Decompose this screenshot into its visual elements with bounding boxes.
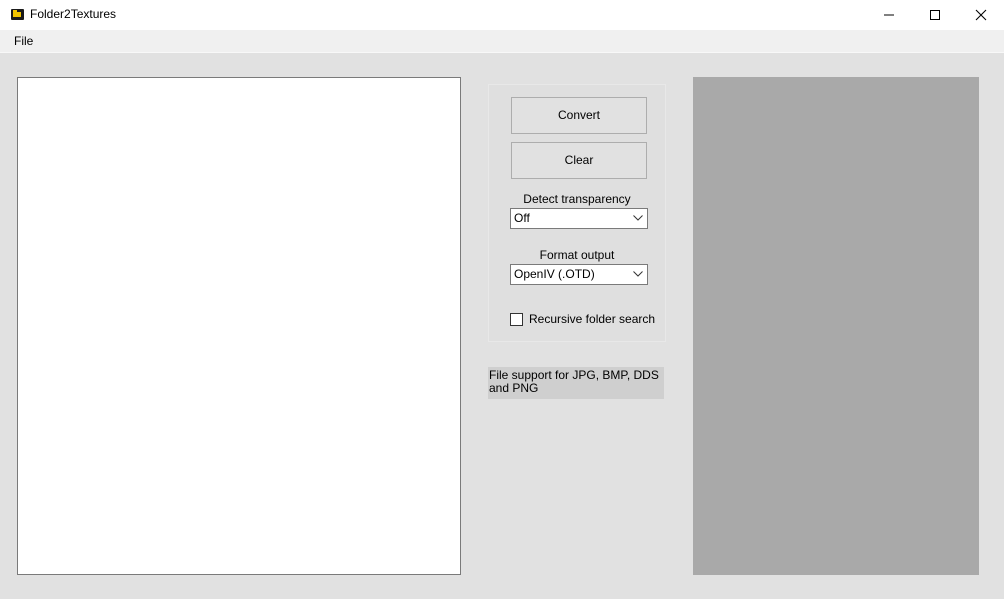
file-list-box[interactable]	[17, 77, 461, 575]
close-button[interactable]	[958, 0, 1004, 30]
file-support-text: File support for JPG, BMP, DDS and PNG	[489, 368, 659, 395]
menu-bar: File	[0, 30, 1004, 53]
menu-file[interactable]: File	[7, 30, 40, 52]
recursive-checkbox[interactable]	[510, 313, 523, 326]
chevron-down-icon	[633, 215, 643, 221]
format-output-dropdown[interactable]: OpenIV (.OTD)	[510, 264, 648, 285]
convert-button[interactable]: Convert	[511, 97, 647, 134]
title-bar[interactable]: Folder2Textures	[0, 0, 1004, 30]
preview-panel	[693, 77, 979, 575]
minimize-icon	[884, 14, 894, 16]
detect-transparency-label: Detect transparency	[523, 192, 631, 206]
detect-transparency-value: Off	[514, 211, 530, 225]
chevron-down-icon	[633, 271, 643, 277]
detect-transparency-dropdown[interactable]: Off	[510, 208, 648, 229]
recursive-checkbox-label[interactable]: Recursive folder search	[529, 312, 655, 326]
folder-icon	[11, 9, 24, 20]
window-title: Folder2Textures	[30, 7, 117, 21]
file-support-info: File support for JPG, BMP, DDS and PNG	[488, 367, 664, 399]
format-output-label: Format output	[539, 248, 615, 262]
maximize-button[interactable]	[912, 0, 958, 30]
format-output-value: OpenIV (.OTD)	[514, 267, 595, 281]
minimize-button[interactable]	[866, 0, 912, 30]
maximize-icon	[930, 10, 940, 20]
close-icon	[975, 9, 987, 21]
clear-button[interactable]: Clear	[511, 142, 647, 179]
